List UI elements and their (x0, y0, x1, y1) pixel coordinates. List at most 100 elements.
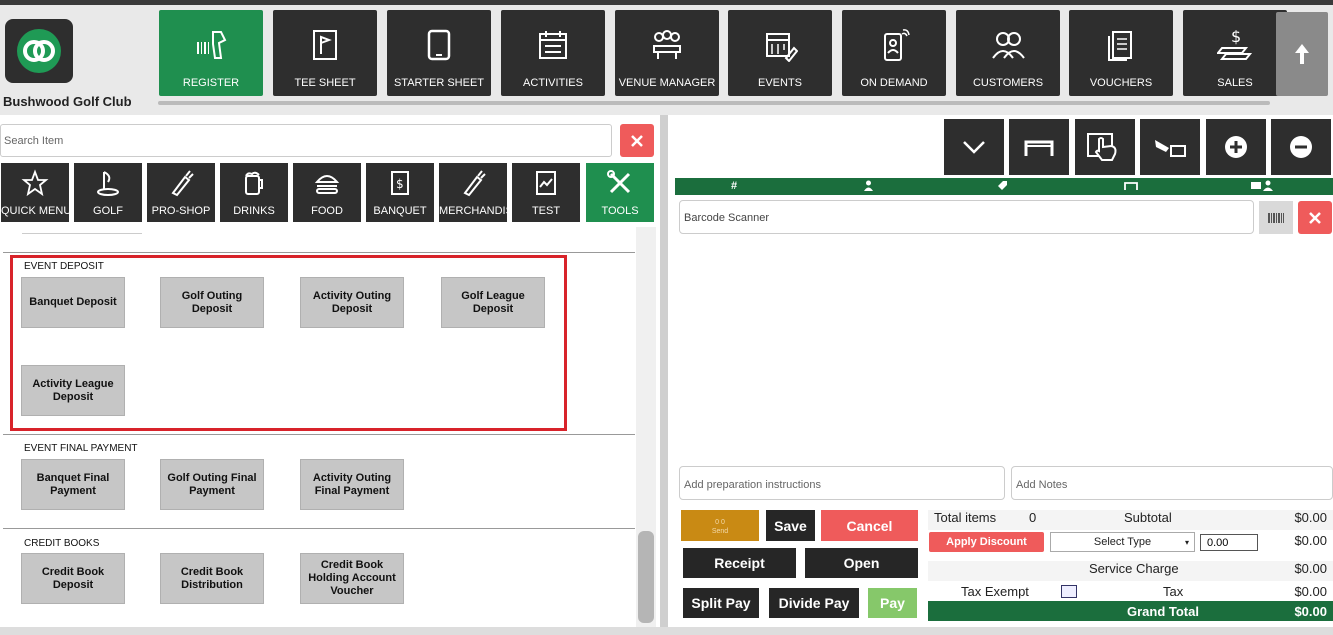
pay-button[interactable]: Pay (868, 588, 917, 618)
section-title-event-final-payment: EVENT FINAL PAYMENT (24, 443, 138, 454)
hand-card-icon (1155, 140, 1186, 157)
module-scrollbar[interactable] (158, 101, 1270, 105)
receipt-button[interactable]: Receipt (683, 548, 796, 578)
module-starter-sheet-button[interactable]: STARTER SHEET (387, 10, 491, 96)
people-icon (956, 28, 1060, 62)
module-venue-manager-button[interactable]: VENUE MANAGER (615, 10, 719, 96)
item-button[interactable]: Activity Outing Final Payment (300, 459, 404, 510)
club-logo (5, 19, 73, 83)
category-tools[interactable]: TOOLS (586, 163, 654, 222)
tax-row: Tax Exempt Tax $0.00 (928, 584, 1333, 602)
notes-input[interactable]: Add Notes (1011, 466, 1333, 500)
chevron-down-icon: ▾ (1184, 537, 1189, 547)
module-label: REGISTER (182, 77, 240, 89)
module-sales-button[interactable]: $ SALES (1183, 10, 1287, 96)
module-register-button[interactable]: REGISTER (159, 10, 263, 96)
grand-total-value: $0.00 (1294, 604, 1327, 619)
panel-divider[interactable] (660, 115, 668, 627)
table-button[interactable] (1009, 119, 1069, 175)
item-button[interactable]: Banquet Final Payment (21, 459, 125, 510)
tax-exempt-checkbox[interactable] (1061, 585, 1077, 598)
barcode-scanner-icon (159, 28, 263, 62)
apply-discount-button[interactable]: Apply Discount (929, 532, 1044, 552)
pos-app: Bushwood Golf Club REGISTER TEE SHEET ST… (0, 0, 1333, 635)
service-charge-value: $0.00 (1294, 561, 1327, 576)
category-pro-shop[interactable]: PRO-SHOP (147, 163, 215, 222)
module-label: ON DEMAND (860, 77, 928, 89)
total-items-row: Total items 0 Subtotal $0.00 (928, 510, 1333, 530)
add-button[interactable] (1206, 119, 1266, 175)
payment-hand-button[interactable] (1140, 119, 1200, 175)
search-input[interactable]: Search Item (0, 124, 612, 157)
item-button[interactable]: Golf Outing Final Payment (160, 459, 264, 510)
header: Bushwood Golf Club REGISTER TEE SHEET ST… (0, 5, 1333, 115)
cancel-button[interactable]: Cancel (821, 510, 918, 541)
calendar-list-icon (501, 28, 605, 62)
category-test[interactable]: TEST (512, 163, 580, 222)
remove-button[interactable] (1271, 119, 1331, 175)
module-label: TEE SHEET (294, 77, 356, 89)
category-food[interactable]: FOOD (293, 163, 361, 222)
module-label: CUSTOMERS (972, 77, 1044, 89)
item-button[interactable]: Credit Book Distribution (160, 553, 264, 604)
send-button[interactable]: 0 0 Send (681, 510, 759, 541)
barcode-button[interactable] (1259, 201, 1293, 234)
module-activities-button[interactable]: ACTIVITIES (501, 10, 605, 96)
scrollbar-thumb[interactable] (638, 531, 654, 623)
open-button[interactable]: Open (805, 548, 918, 578)
tax-label: Tax (1163, 584, 1184, 599)
total-items-value: 0 (1029, 510, 1037, 525)
module-label: STARTER SHEET (393, 77, 485, 89)
divider (3, 252, 635, 253)
module-label: EVENTS (757, 77, 802, 89)
close-icon (1309, 211, 1321, 224)
module-tee-sheet-button[interactable]: TEE SHEET (273, 10, 377, 96)
section-title-credit-books: CREDIT BOOKS (24, 538, 100, 549)
column-number: # (731, 180, 738, 192)
divide-pay-button[interactable]: Divide Pay (769, 588, 859, 618)
service-charge-row: Service Charge $0.00 (928, 561, 1333, 581)
collapse-header-button[interactable] (1276, 12, 1328, 96)
send-label: Send (711, 528, 729, 535)
plus-circle-icon (1225, 136, 1247, 158)
voucher-icon (1069, 28, 1173, 62)
save-button[interactable]: Save (766, 510, 815, 541)
module-label: ACTIVITIES (523, 77, 583, 89)
arrow-up-icon (1295, 44, 1309, 64)
category-label: MERCHANDISE (439, 205, 507, 217)
touch-menu-button[interactable] (1075, 119, 1135, 175)
module-label: VENUE MANAGER (618, 77, 716, 89)
barcode-clear-button[interactable] (1298, 201, 1332, 234)
category-drinks[interactable]: DRINKS (220, 163, 288, 222)
chart-doc-icon (512, 169, 580, 197)
discount-type-select[interactable]: Select Type ▾ (1050, 532, 1195, 552)
item-scrollbar[interactable] (636, 227, 656, 627)
grand-total-label: Grand Total (1127, 604, 1199, 619)
module-on-demand-button[interactable]: ON DEMAND (842, 10, 946, 96)
category-banquet[interactable]: $ BANQUET (366, 163, 434, 222)
divider (3, 434, 635, 435)
tag-icon (998, 181, 1007, 190)
module-customers-button[interactable]: CUSTOMERS (956, 10, 1060, 96)
barcode-input[interactable]: Barcode Scanner (679, 200, 1254, 234)
category-quick-menu[interactable]: QUICK MENU (1, 163, 69, 222)
category-merchandise[interactable]: MERCHANDISE (439, 163, 507, 222)
split-pay-button[interactable]: Split Pay (683, 588, 759, 618)
item-button[interactable]: Credit Book Deposit (21, 553, 125, 604)
highlight-box (10, 255, 567, 431)
module-events-button[interactable]: EVENTS (728, 10, 832, 96)
subtotal-label: Subtotal (1124, 510, 1172, 525)
category-golf[interactable]: GOLF (74, 163, 142, 222)
divider (3, 528, 635, 529)
item-button[interactable]: Credit Book Holding Account Voucher (300, 553, 404, 604)
barcode-icon (1268, 212, 1284, 223)
module-vouchers-button[interactable]: VOUCHERS (1069, 10, 1173, 96)
select-type-label: Select Type (1093, 536, 1152, 548)
golf-bag-icon (147, 169, 215, 197)
search-clear-button[interactable] (620, 124, 654, 157)
expand-button[interactable] (944, 119, 1004, 175)
discount-value-input[interactable]: 0.00 (1200, 534, 1258, 551)
ticket-header: # (675, 178, 1333, 195)
discount-amount: $0.00 (1294, 533, 1327, 548)
preparation-input[interactable]: Add preparation instructions (679, 466, 1005, 500)
